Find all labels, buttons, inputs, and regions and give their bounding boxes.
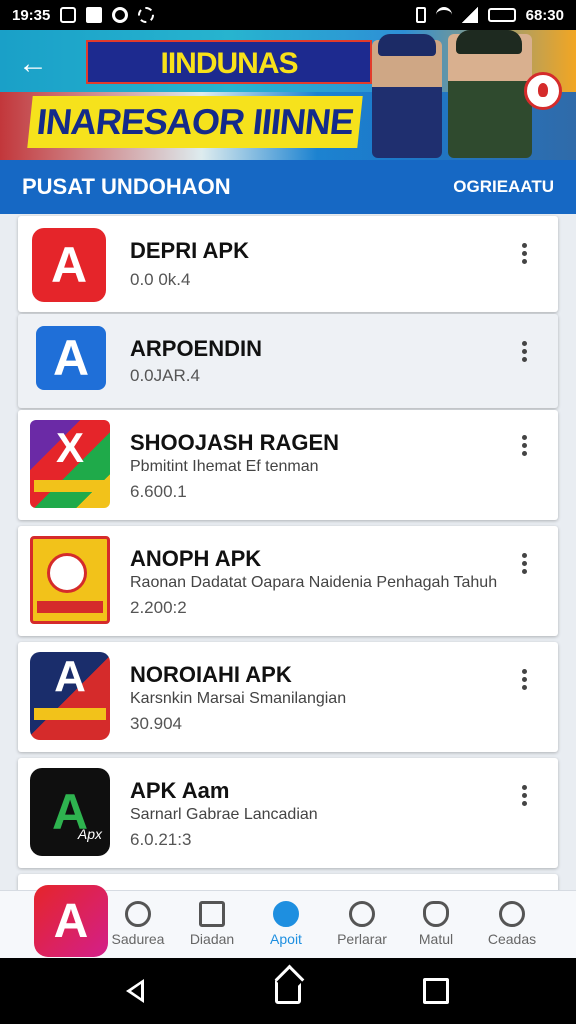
system-back-icon[interactable] xyxy=(126,979,144,1003)
yellow-badge-icon xyxy=(30,536,110,624)
nav-label: Perlarar xyxy=(337,931,387,947)
app-version: 2.200:2 xyxy=(130,598,187,617)
promo-banner[interactable]: ← IINDUNAS APBANSH INARESAOR IIINNE BEN! xyxy=(0,30,576,160)
battery-icon xyxy=(487,8,516,22)
red-a-icon: A xyxy=(32,228,106,302)
soldier-image xyxy=(448,30,532,158)
app-description: Pbmitint Ihemat Ef tenman xyxy=(130,458,319,475)
nav-item-sadurea[interactable]: Sadurea xyxy=(100,897,176,953)
wifi-icon xyxy=(435,7,452,23)
timer-icon xyxy=(349,901,375,927)
blue-a-icon: A xyxy=(36,326,106,390)
app-card-4[interactable]: ANOPH APK Raonan Dadatat Oapara Naidenia… xyxy=(18,526,558,636)
app-name: ANOPH APK xyxy=(130,546,262,571)
featured-app-icon[interactable]: A xyxy=(34,885,108,957)
section-title: PUSAT UNDOHAON xyxy=(22,174,231,199)
banner-title-top: IINDUNAS APBANSH xyxy=(86,40,372,124)
app-name: DEPRI APK xyxy=(130,238,249,263)
shield-icon xyxy=(423,901,449,927)
app-name: SHOOJASH RAGEN xyxy=(130,430,340,455)
app-version: 30.904 xyxy=(130,714,182,733)
app-name: NOROIAHI APK xyxy=(130,662,292,687)
more-options-icon[interactable] xyxy=(512,548,536,578)
system-recents-icon[interactable] xyxy=(423,978,449,1004)
person-icon xyxy=(499,901,525,927)
nav-item-matul[interactable]: Matul xyxy=(398,897,474,953)
dark-a-icon: A xyxy=(30,652,110,740)
app-description: Raonan Dadatat Oapara Naidenia Penhagah … xyxy=(130,574,498,591)
clock-icon xyxy=(125,901,151,927)
nav-item-diadan[interactable]: Diadan xyxy=(174,897,250,953)
more-options-icon[interactable] xyxy=(512,780,536,810)
nav-item-perlarar[interactable]: Perlarar xyxy=(324,897,400,953)
app-card-2[interactable]: A ARPOENDIN 0.0JAR.4 xyxy=(18,314,558,408)
gallery-icon xyxy=(86,7,103,23)
app-version: 0.0 0k.4 xyxy=(130,270,191,289)
notification-icon xyxy=(60,7,77,23)
app-version: 6.600.1 xyxy=(130,482,187,501)
lock-icon xyxy=(415,7,426,23)
system-home-icon[interactable] xyxy=(275,978,301,1004)
multicolor-x-icon: X xyxy=(30,420,110,508)
status-bar: 19:35 68:30 xyxy=(0,0,576,30)
nav-label: Sadurea xyxy=(111,931,165,947)
app-card-1[interactable]: A DEPRI APK 0.0 0k.4 xyxy=(18,216,558,312)
app-description: Sarnarl Gabrae Lancadian xyxy=(130,806,318,823)
banner-title-bottom: INARESAOR IIINNE BEN! xyxy=(27,96,363,160)
document-icon xyxy=(199,901,225,927)
app-card-6[interactable]: A Apx APK Aam Sarnarl Gabrae Lancadian 6… xyxy=(18,758,558,868)
signal-icon xyxy=(461,7,478,23)
more-options-icon[interactable] xyxy=(512,336,536,366)
black-apx-icon: A Apx xyxy=(30,768,110,856)
police-officer-image xyxy=(372,34,442,158)
bottom-navigation: A Sadurea Diadan Apoit Perlarar Matul Ce… xyxy=(0,885,576,958)
status-clock-right: 68:30 xyxy=(525,6,564,24)
status-time: 19:35 xyxy=(12,6,51,24)
settings-icon xyxy=(138,7,155,23)
nav-label: Matul xyxy=(418,931,454,947)
nav-label: Ceadas xyxy=(487,931,537,947)
nav-label: Diadan xyxy=(189,931,235,947)
app-name: ARPOENDIN xyxy=(130,336,263,361)
app-card-3[interactable]: X SHOOJASH RAGEN Pbmitint Ihemat Ef tenm… xyxy=(18,410,558,520)
more-options-icon[interactable] xyxy=(512,430,536,460)
nav-label: Apoit xyxy=(270,931,302,947)
apps-icon xyxy=(273,901,299,927)
app-version: 6.0.21:3 xyxy=(130,830,192,849)
nav-item-ceadas[interactable]: Ceadas xyxy=(474,897,550,953)
system-navigation-bar xyxy=(0,958,576,1024)
back-arrow-icon[interactable]: ← xyxy=(18,44,58,84)
app-name: APK Aam xyxy=(130,778,230,803)
more-options-icon[interactable] xyxy=(512,238,536,268)
section-action-link[interactable]: OGRIEAATU xyxy=(453,177,554,197)
sync-icon xyxy=(112,7,129,23)
emblem-icon xyxy=(524,72,562,110)
app-card-5[interactable]: A NOROIAHI APK Karsnkin Marsai Smanilang… xyxy=(18,642,558,752)
section-header: PUSAT UNDOHAON OGRIEAATU xyxy=(0,160,576,214)
app-version: 0.0JAR.4 xyxy=(130,366,200,385)
nav-item-apoit[interactable]: Apoit xyxy=(248,897,324,953)
app-description: Karsnkin Marsai Smanilangian xyxy=(130,690,347,707)
more-options-icon[interactable] xyxy=(512,664,536,694)
